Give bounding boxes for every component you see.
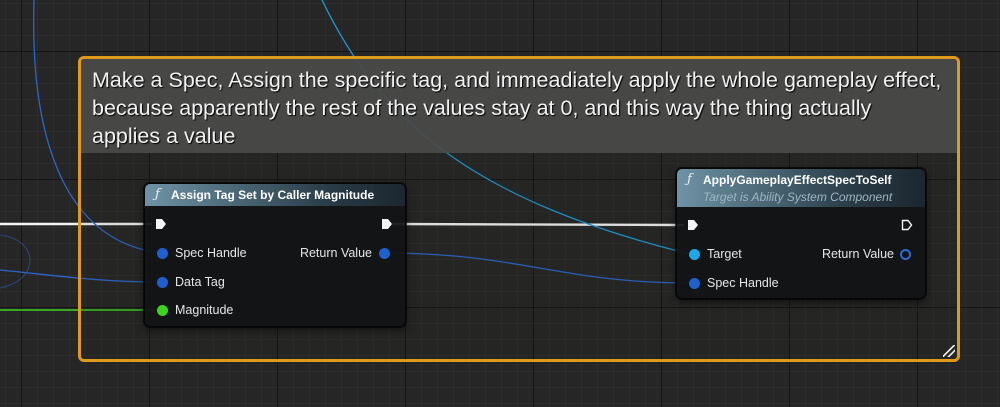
- return-value-label: Return Value: [299, 246, 372, 260]
- data-tag-label: Data Tag: [175, 275, 225, 289]
- target-pin[interactable]: [689, 249, 700, 260]
- spec-handle-pin[interactable]: [157, 248, 168, 259]
- resize-grip[interactable]: [943, 345, 955, 357]
- node-subtitle: Target is Ability System Component: [703, 190, 893, 204]
- spec-handle-label: Spec Handle: [707, 276, 779, 290]
- node-title: ApplyGameplayEffectSpecToSelf: [703, 173, 892, 187]
- spec-handle-label: Spec Handle: [175, 246, 247, 260]
- return-value-label: Return Value: [821, 247, 894, 261]
- node-assign-tag-set-by-caller-magnitude[interactable]: ƒ Assign Tag Set by Caller Magnitude Spe…: [144, 183, 406, 327]
- node-header[interactable]: ƒ Assign Tag Set by Caller Magnitude: [145, 184, 405, 206]
- exec-output-pin[interactable]: [381, 218, 393, 230]
- exec-input-pin[interactable]: [155, 218, 167, 230]
- return-value-pin[interactable]: [900, 249, 911, 260]
- magnitude-label: Magnitude: [175, 303, 234, 317]
- struct-wire-left-lower[interactable]: [0, 234, 31, 289]
- node-title: Assign Tag Set by Caller Magnitude: [171, 188, 375, 202]
- magnitude-pin[interactable]: [157, 305, 168, 316]
- target-label: Target: [707, 247, 742, 261]
- comment-header[interactable]: Make a Spec, Assign the specific tag, an…: [81, 59, 957, 153]
- exec-input-pin[interactable]: [687, 219, 699, 231]
- node-apply-gameplay-effect-spec-to-self[interactable]: ƒ ApplyGameplayEffectSpecToSelf Target i…: [676, 168, 926, 299]
- spec-handle-pin[interactable]: [689, 278, 700, 289]
- data-tag-pin[interactable]: [157, 277, 168, 288]
- node-header[interactable]: ƒ ApplyGameplayEffectSpecToSelf Target i…: [677, 169, 925, 207]
- function-icon: ƒ: [687, 172, 692, 187]
- comment-text[interactable]: Make a Spec, Assign the specific tag, an…: [92, 66, 943, 150]
- exec-output-pin-unconnected[interactable]: [901, 219, 913, 231]
- return-value-pin[interactable]: [379, 248, 390, 259]
- function-icon: ƒ: [155, 187, 160, 202]
